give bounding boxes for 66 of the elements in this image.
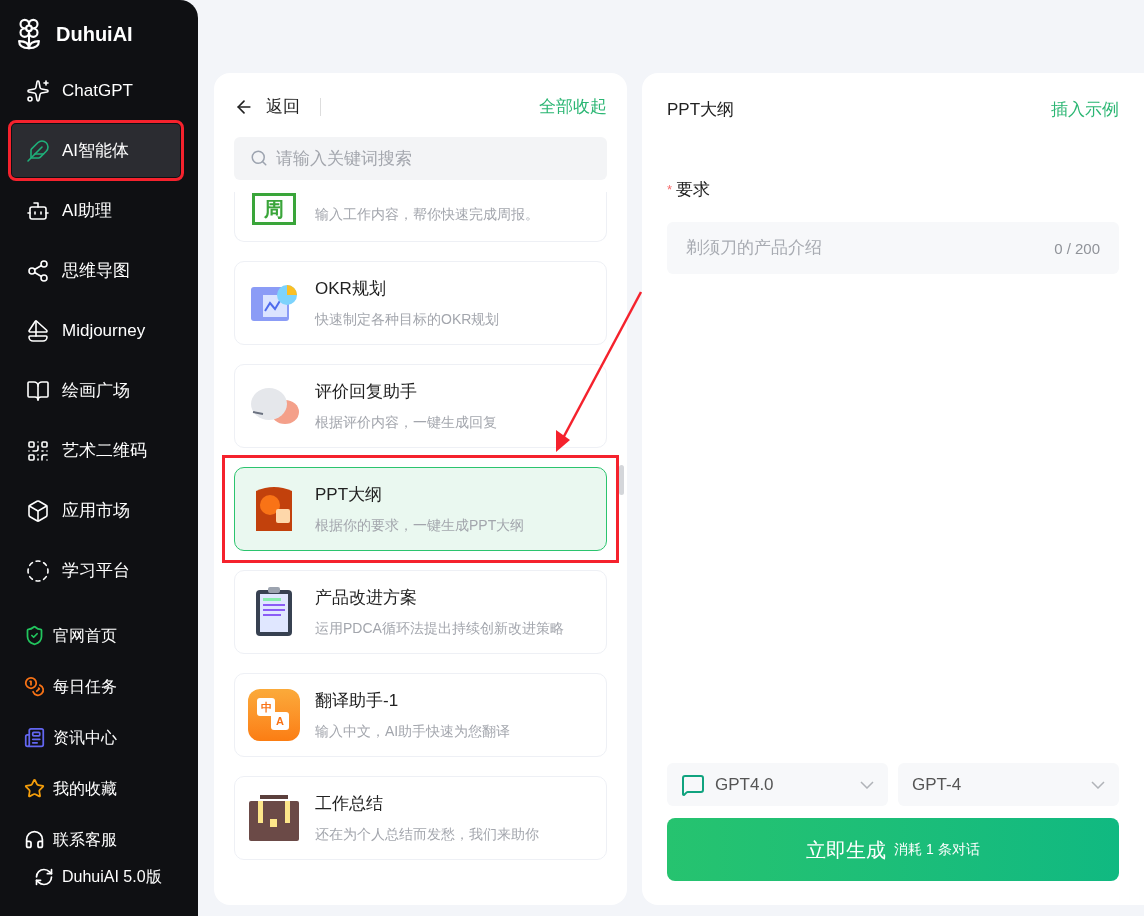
sidebar-item[interactable]: AI助理 [12,184,180,237]
sidebar-item[interactable]: 绘画广场 [12,364,180,417]
sidebar-link[interactable]: 我的收藏 [24,770,174,807]
book-icon [26,378,50,403]
qr-code-icon [26,438,50,463]
scrollbar-thumb [619,465,624,495]
calendar-icon: 周 [252,193,296,225]
feather-icon [26,138,50,163]
form-title: PPT大纲 [667,99,735,122]
share-nodes-icon [26,258,50,283]
card-description: 还在为个人总结而发愁，我们来助你 [315,825,539,845]
cube-icon [26,498,50,523]
sidebar-link[interactable]: 官网首页 [24,617,174,654]
brand-name: DuhuiAI [56,22,133,47]
sailboat-icon [26,318,50,343]
model-select[interactable]: GPT4.0 [667,763,888,806]
briefcase-icon [248,793,300,843]
back-button[interactable]: 返回 [234,94,300,120]
card-description: 根据评价内容，一键生成回复 [315,413,497,433]
agent-card[interactable]: 产品改进方案 运用PDCA循环法提出持续创新改进策略 [234,570,607,654]
card-title: PPT大纲 [315,483,384,506]
search-icon [250,149,268,167]
version-link[interactable]: DuhuiAI 5.0版 [34,862,198,892]
refresh-icon [34,867,54,887]
char-counter: 0 / 200 [1054,238,1100,259]
agent-card[interactable]: 中 A 翻译助手-1 输入中文，AI助手快速为您翻译 [234,673,607,757]
card-description: 根据你的要求，一键生成PPT大纲 [315,516,525,536]
agent-card[interactable]: 评价回复助手 根据评价内容，一键生成回复 [234,364,607,448]
circle-icon [26,558,50,583]
agent-card[interactable]: PPT大纲 根据你的要求，一键生成PPT大纲 [234,467,607,551]
sidebar-link[interactable]: 每日任务 [24,668,174,705]
sidebar-item[interactable]: 学习平台 [12,544,180,597]
translate-icon: 中 A [248,689,300,741]
sidebar-link[interactable]: 资讯中心 [24,719,174,756]
headset-icon [24,829,45,850]
sidebar-item[interactable]: Midjourney [12,304,180,357]
version-select[interactable]: GPT-4 [898,763,1119,806]
card-title: 工作总结 [315,792,384,815]
card-description: 输入中文，AI助手快速为您翻译 [315,722,511,742]
sidebar-item[interactable]: 应用市场 [12,484,180,537]
card-title: 产品改进方案 [315,586,418,609]
card-description: 运用PDCA循环法提出持续创新改进策略 [315,619,564,639]
sidebar-item[interactable]: ChatGPT [12,64,180,117]
star-icon [24,778,45,799]
card-title: 翻译助手-1 [315,689,400,712]
sidebar-item[interactable]: 艺术二维码 [12,424,180,477]
shield-check-icon [24,625,45,646]
required-asterisk: * [667,181,673,199]
cost-note: 消耗 1 条对话 [894,840,980,859]
clipboard-icon [254,586,294,638]
card-description: 输入工作内容，帮你快速完成周报。 [315,205,539,224]
card-title: OKR规划 [315,277,387,300]
newspaper-icon [24,727,45,748]
chevron-down-icon [1091,780,1105,789]
chevron-down-icon [860,780,874,789]
agent-card[interactable]: OKR规划 快速制定各种目标的OKR规划 [234,261,607,345]
sidebar-link[interactable]: 联系客服 [24,821,174,858]
coin-icon [24,676,45,697]
card-title: 评价回复助手 [315,380,418,403]
card-description: 快速制定各种目标的OKR规划 [315,310,500,330]
field-label: 要求 [676,179,711,201]
sparkle-icon [26,78,50,103]
sidebar-item[interactable]: 思维导图 [12,244,180,297]
search-field[interactable]: 请输入关键词搜索 [234,137,607,180]
agent-card[interactable]: 工作总结 还在为个人总结而发愁，我们来助你 [234,776,607,860]
knot-logo-icon [681,772,705,797]
